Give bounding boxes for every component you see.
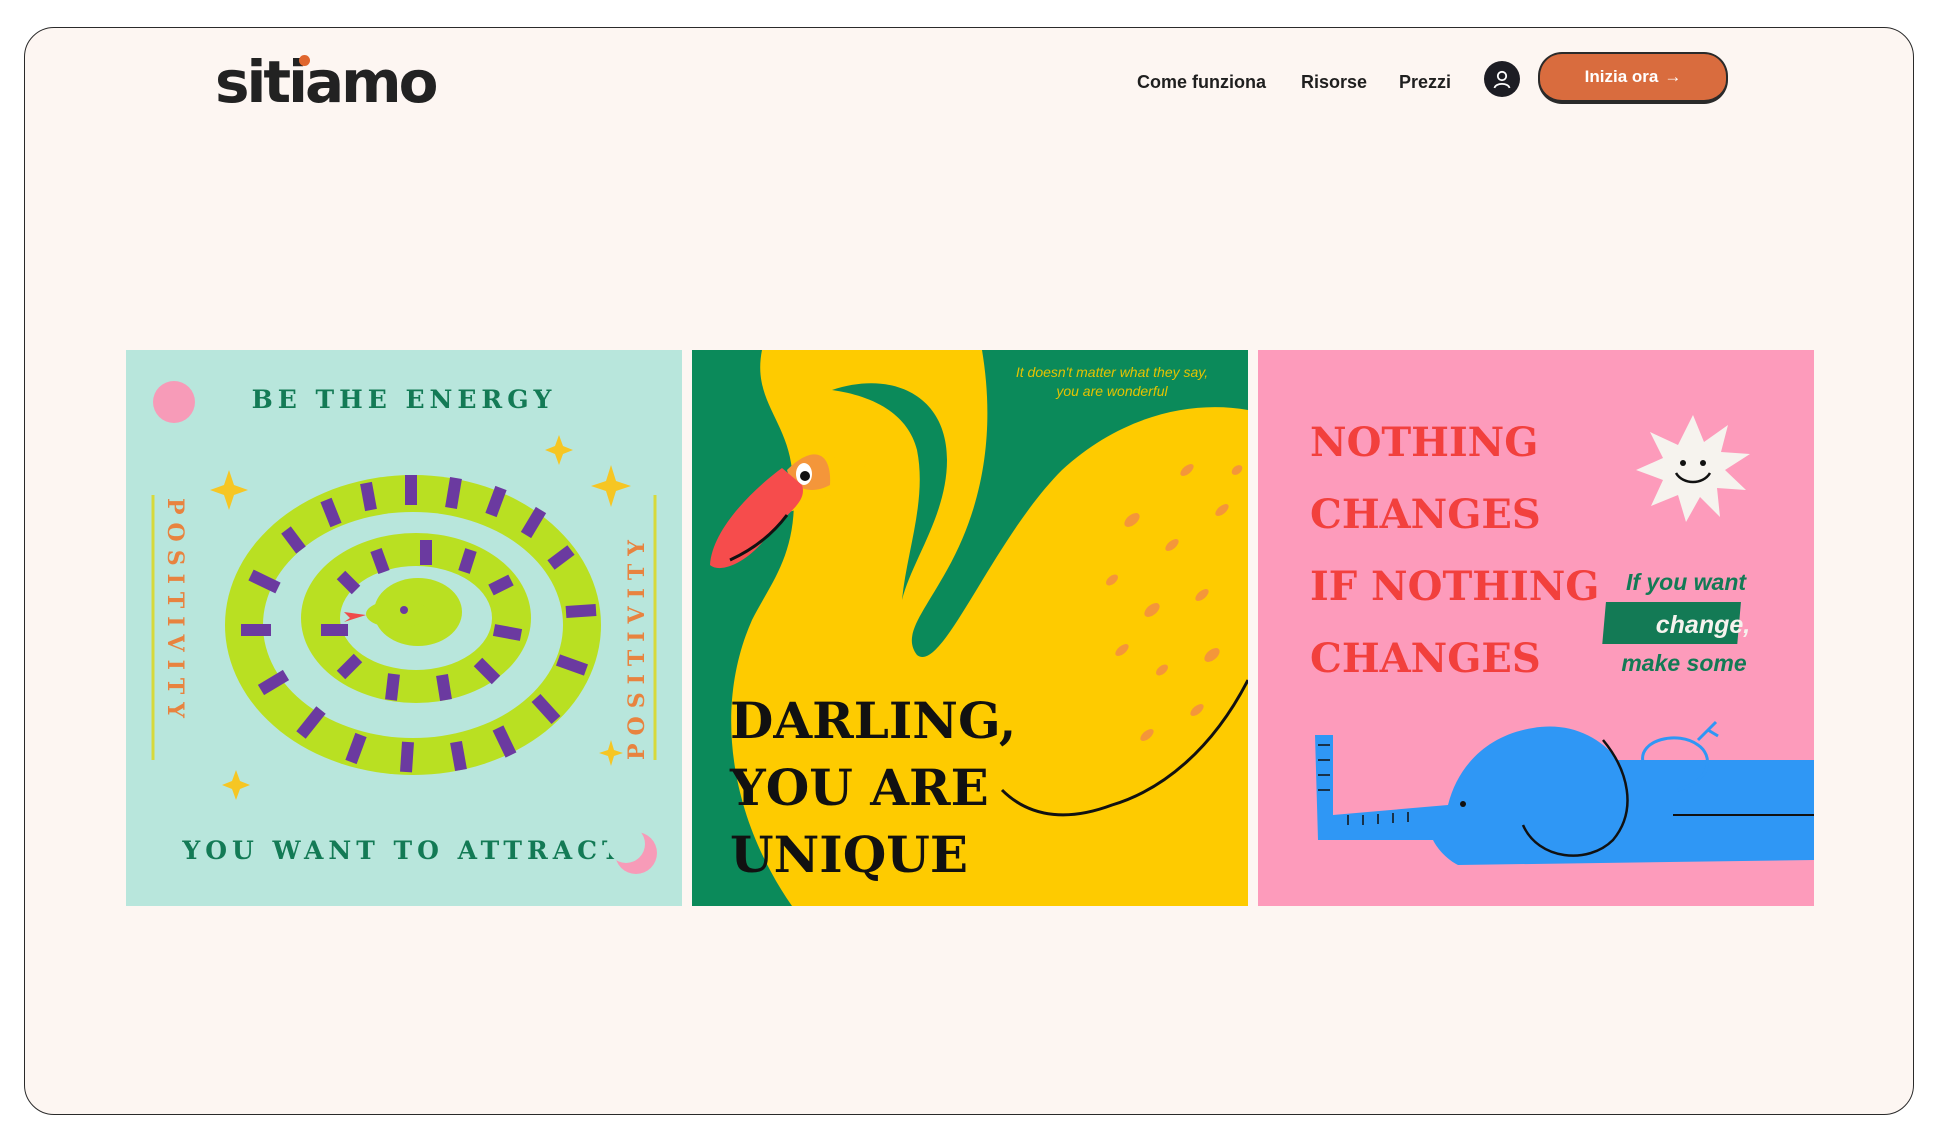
nav-come-funziona[interactable]: Come funziona [1137, 72, 1266, 93]
snake-illustration [225, 475, 601, 775]
poster-nothing-changes-art: NOTHING CHANGES IF NOTHING CHANGES If yo… [1258, 350, 1814, 906]
positivity-right-text: POSITIVITY [624, 532, 650, 760]
poster-darling-art: It doesn't matter what they say, you are… [692, 350, 1248, 906]
start-now-button[interactable]: Inizia ora → [1538, 52, 1728, 104]
start-now-label: Inizia ora [1584, 67, 1659, 86]
aside-line1: If you want [1626, 569, 1747, 595]
nothing-line4: CHANGES [1310, 635, 1541, 682]
nav-risorse[interactable]: Risorse [1301, 72, 1367, 93]
darling-big-line1: DARLING, [730, 691, 1016, 750]
logo-dot [299, 55, 310, 66]
aside-line2: change, [1656, 611, 1750, 639]
nothing-line1: NOTHING [1310, 419, 1538, 466]
swan-illustration [710, 350, 1248, 906]
poster-energy-art: BE THE ENERGY YOU WANT TO ATTRACT POSITI… [126, 350, 682, 906]
positivity-left-text: POSITIVITY [162, 498, 188, 726]
nothing-line3: IF NOTHING [1310, 563, 1599, 610]
user-account-button[interactable] [1484, 61, 1520, 97]
darling-big-line2: YOU ARE [729, 758, 989, 817]
energy-top-text: BE THE ENERGY [252, 385, 557, 414]
app-frame: sitiamo Come funziona Risorse Prezzi Ini… [24, 27, 1914, 1115]
nothing-line2: CHANGES [1310, 491, 1541, 538]
poster-card-darling[interactable]: It doesn't matter what they say, you are… [692, 350, 1248, 906]
user-icon [1493, 70, 1511, 89]
poster-card-nothing-changes[interactable]: NOTHING CHANGES IF NOTHING CHANGES If yo… [1258, 350, 1814, 906]
energy-bottom-text: YOU WANT TO ATTRACT [181, 836, 625, 865]
pink-circle-icon [153, 381, 195, 423]
nav-prezzi[interactable]: Prezzi [1399, 72, 1451, 93]
sitiamo-logo[interactable]: sitiamo [215, 53, 438, 111]
darling-big-line3: UNIQUE [730, 825, 968, 884]
darling-small-line1: It doesn't matter what they say, [1016, 364, 1208, 380]
darling-small-line2: you are wonderful [1055, 383, 1168, 399]
logo-text: sitiamo [215, 48, 438, 116]
poster-card-energy[interactable]: BE THE ENERGY YOU WANT TO ATTRACT POSITI… [126, 350, 682, 906]
arrow-right-icon: → [1664, 67, 1682, 86]
aside-line3: make some [1621, 650, 1747, 676]
